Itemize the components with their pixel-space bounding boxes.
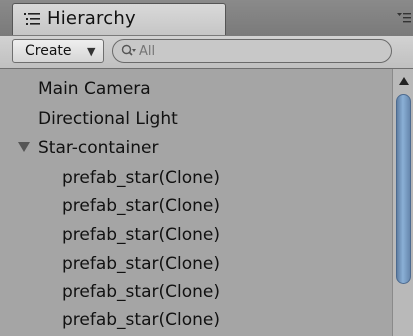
expand-arrow-icon[interactable] [17, 140, 31, 154]
item-label: prefab_star(Clone) [62, 225, 220, 245]
hierarchy-toolbar: Create ▼ [0, 36, 413, 69]
list-item[interactable]: prefab_star(Clone) [62, 163, 220, 193]
hierarchy-list-icon [24, 13, 40, 25]
scroll-up-arrow-icon[interactable] [399, 77, 409, 85]
hierarchy-list: Main Camera Directional Light Star-conta… [0, 69, 392, 336]
tab-hierarchy[interactable]: Hierarchy [12, 3, 226, 35]
item-label: Star-container [38, 138, 159, 158]
list-item[interactable]: Directional Light [38, 104, 178, 134]
search-field[interactable] [112, 39, 392, 63]
item-label: prefab_star(Clone) [62, 282, 220, 302]
scroll-thumb[interactable] [396, 94, 411, 284]
list-item[interactable]: prefab_star(Clone) [62, 249, 220, 279]
search-input[interactable] [139, 42, 369, 60]
list-item[interactable]: prefab_star(Clone) [62, 191, 220, 221]
search-filter-icon [121, 44, 136, 56]
item-label: prefab_star(Clone) [62, 254, 220, 274]
list-item[interactable]: prefab_star(Clone) [62, 277, 220, 307]
dropdown-arrow-icon: ▼ [87, 45, 96, 58]
vertical-scrollbar[interactable] [392, 69, 413, 336]
panel-menu-icon[interactable] [397, 12, 411, 24]
list-item[interactable]: prefab_star(Clone) [62, 220, 220, 250]
create-button[interactable]: Create ▼ [12, 39, 104, 63]
tab-bar: Hierarchy [0, 0, 413, 37]
tab-title: Hierarchy [47, 8, 136, 29]
item-label: prefab_star(Clone) [62, 168, 220, 188]
list-item[interactable]: Star-container [38, 133, 158, 163]
item-label: prefab_star(Clone) [62, 310, 220, 330]
list-item[interactable]: Main Camera [38, 74, 151, 104]
list-item[interactable]: prefab_star(Clone) [62, 305, 220, 335]
item-label: Directional Light [38, 109, 178, 129]
create-button-label: Create [25, 43, 72, 59]
item-label: Main Camera [38, 79, 151, 99]
item-label: prefab_star(Clone) [62, 196, 220, 216]
